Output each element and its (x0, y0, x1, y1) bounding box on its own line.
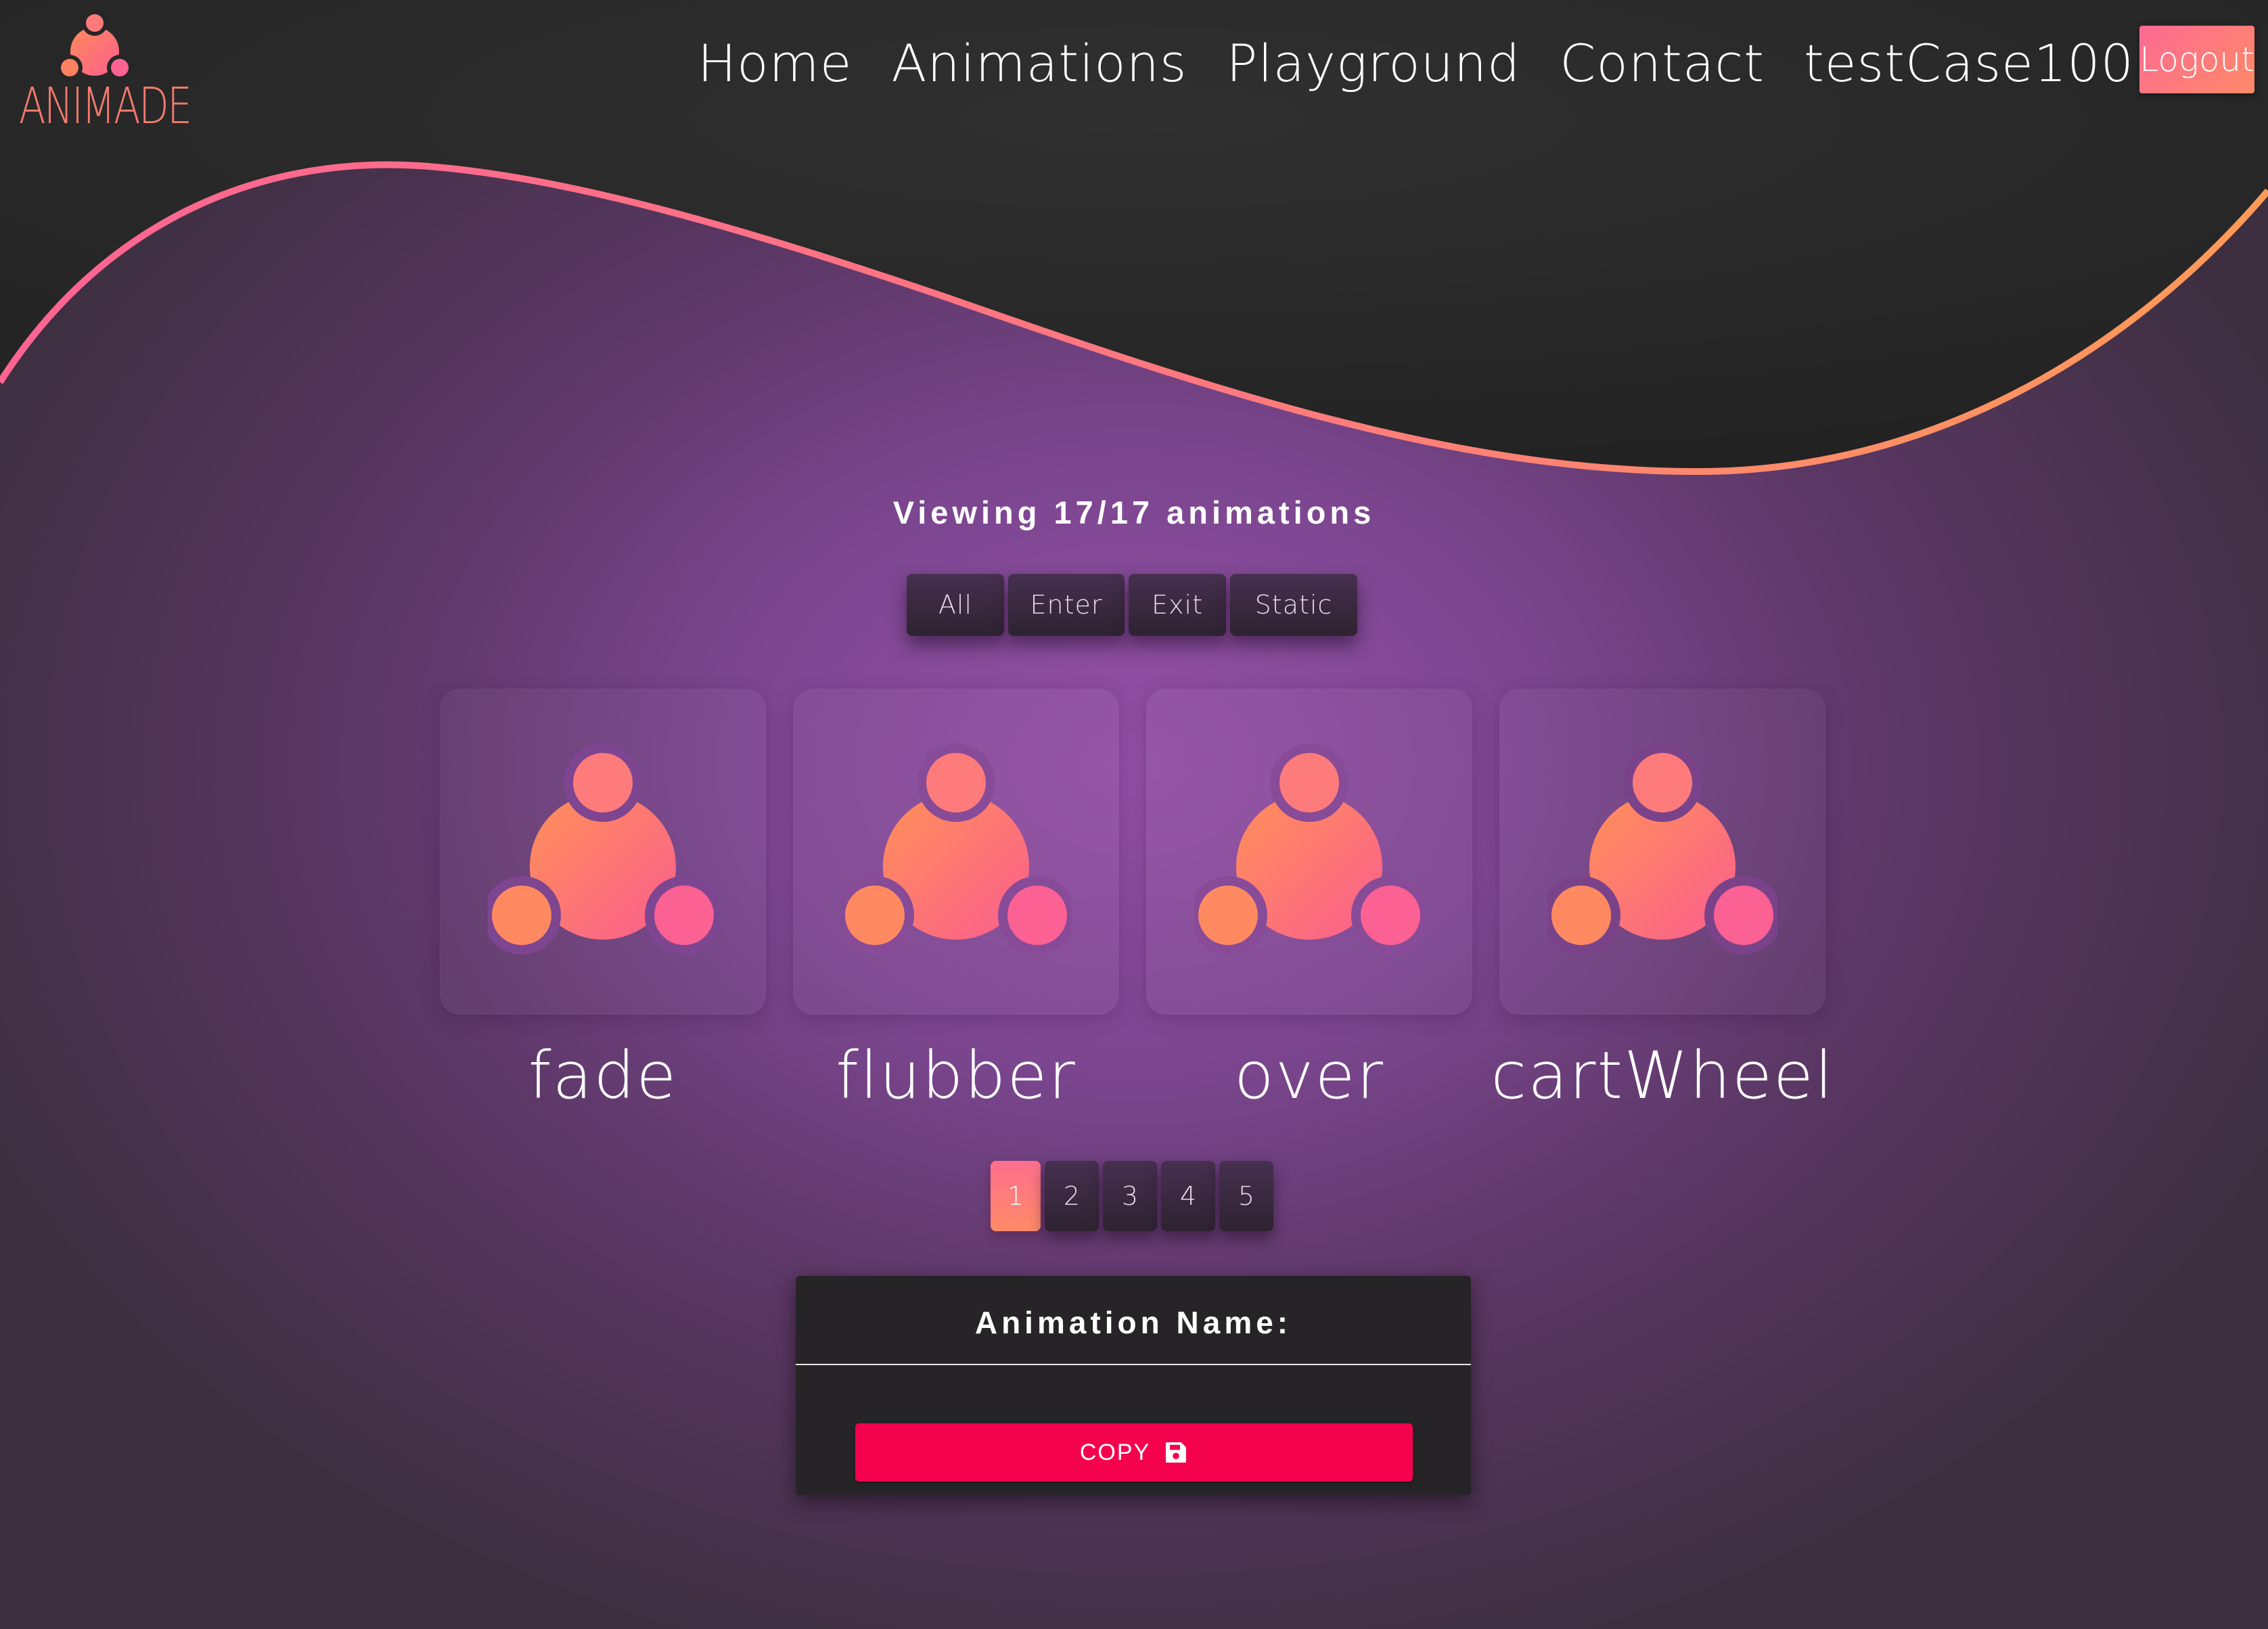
nav-animations[interactable]: Animations (891, 32, 1187, 94)
animade-logo-icon (1547, 743, 1777, 955)
animation-name-panel: Animation Name: COPY (796, 1276, 1471, 1495)
animation-card-label: over (1233, 1038, 1385, 1114)
page-2-button[interactable]: 2 (1045, 1161, 1099, 1231)
animation-card[interactable]: over (1146, 689, 1472, 1112)
page-3-button[interactable]: 3 (1103, 1161, 1157, 1231)
animation-card[interactable]: flubber (793, 689, 1119, 1112)
animade-logo-icon (841, 743, 1071, 955)
logout-button[interactable]: Logout (2139, 26, 2254, 93)
filter-static-button[interactable]: Static (1230, 574, 1357, 636)
copy-button-label: COPY (1079, 1439, 1151, 1465)
animation-card-label: cartWheel (1491, 1038, 1834, 1114)
nav-user-profile[interactable]: testCase100 (1804, 32, 2134, 94)
animade-logo-icon (488, 743, 718, 955)
animation-card-label: fade (528, 1038, 678, 1114)
animations-count-text: Viewing 17/17 animations (892, 495, 1376, 530)
filter-exit-button[interactable]: Exit (1129, 574, 1226, 636)
brand-logo[interactable]: ANIMADE (16, 9, 192, 135)
nav-playground[interactable]: Playground (1227, 32, 1521, 94)
floppy-disk-icon (1166, 1442, 1187, 1463)
nav-contact[interactable]: Contact (1560, 32, 1765, 94)
filter-all-button[interactable]: All (907, 574, 1004, 636)
pagination: 1 2 3 4 5 (991, 1161, 1273, 1231)
page-1-button[interactable]: 1 (991, 1161, 1041, 1231)
animation-preview (1146, 689, 1472, 1015)
page-4-button[interactable]: 4 (1161, 1161, 1215, 1231)
nav-home[interactable]: Home (698, 32, 852, 94)
animation-preview (1499, 689, 1825, 1015)
animation-name-title: Animation Name: (974, 1305, 1292, 1340)
animation-preview (793, 689, 1119, 1015)
animation-card[interactable]: fade (440, 689, 766, 1112)
panel-divider (796, 1364, 1471, 1365)
filter-enter-button[interactable]: Enter (1008, 574, 1125, 636)
animation-preview (440, 689, 766, 1015)
copy-button[interactable]: COPY (855, 1423, 1413, 1482)
animade-logo-icon (57, 10, 133, 81)
filter-button-group: All Enter Exit Static (907, 574, 1357, 636)
animade-logo-icon (1194, 743, 1424, 955)
animation-card[interactable]: cartWheel (1491, 689, 1833, 1112)
main-nav: Home Animations Playground Contact testC… (698, 32, 2134, 94)
animation-card-grid: fade flubber over cartWheel (440, 689, 1833, 1112)
brand-logo-text: ANIMADE (19, 77, 192, 135)
page-5-button[interactable]: 5 (1219, 1161, 1273, 1231)
animation-card-label: flubber (836, 1038, 1076, 1114)
